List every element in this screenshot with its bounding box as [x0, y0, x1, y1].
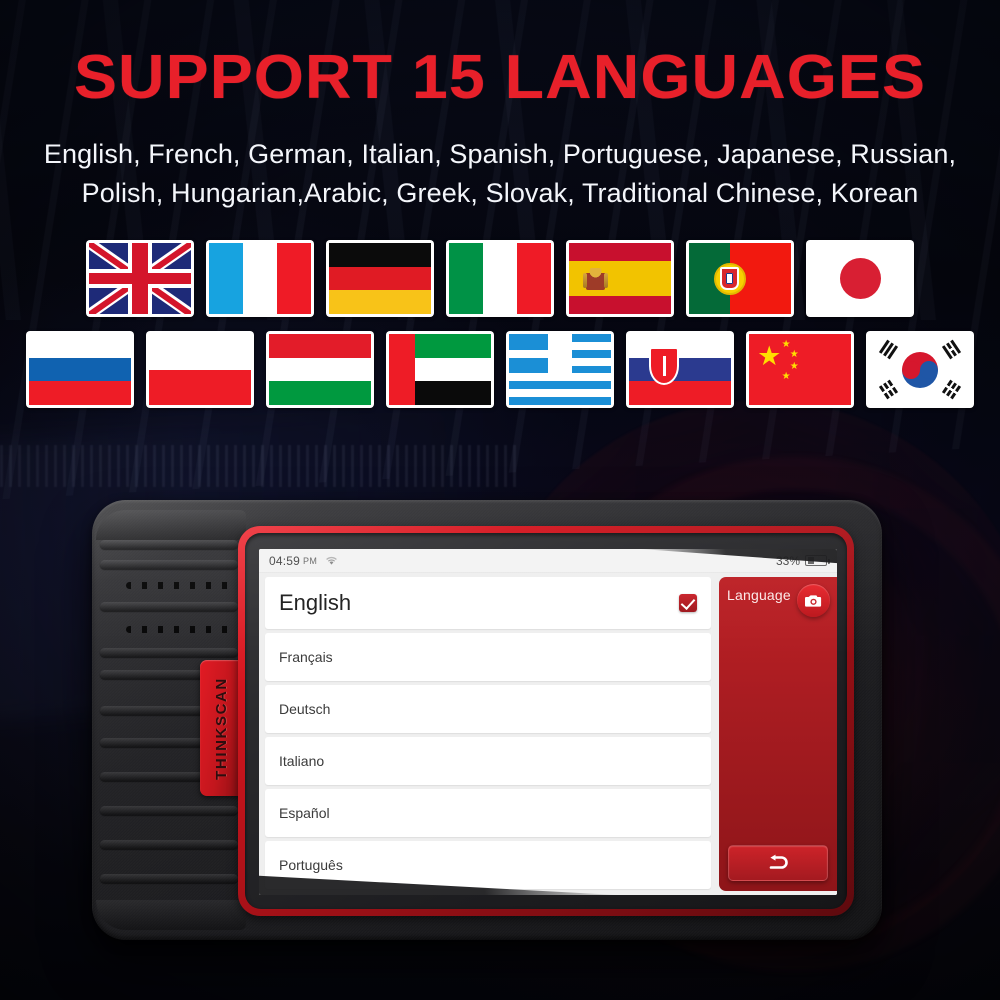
header: SUPPORT 15 LANGUAGES English, French, Ge… [0, 0, 1000, 212]
greece-flag [506, 331, 614, 408]
flag-row-1 [0, 240, 1000, 317]
side-panel: Language [719, 577, 837, 891]
device-red-bezel: 04:59 PM 33% English Français Deutsch It… [238, 526, 854, 916]
language-name: Deutsch [279, 701, 331, 717]
subtitle-line-1: English, French, German, Italian, Spanis… [43, 139, 957, 170]
japan-flag [806, 240, 914, 317]
list-item[interactable]: Français [265, 633, 711, 681]
status-bar: 04:59 PM 33% [259, 549, 837, 573]
battery-percent: 33% [775, 553, 800, 568]
battery-icon [805, 555, 830, 566]
device-screen: 04:59 PM 33% English Français Deutsch It… [259, 549, 837, 895]
language-name: Español [279, 805, 330, 821]
status-bar-ampm: PM [303, 555, 318, 566]
hungary-flag [266, 331, 374, 408]
status-bar-time: 04:59 [269, 553, 301, 568]
screen-body: English Français Deutsch Italiano Españo… [259, 573, 837, 895]
poland-flag [146, 331, 254, 408]
france-flag [206, 240, 314, 317]
list-item[interactable]: Deutsch [265, 685, 711, 733]
language-list[interactable]: English Français Deutsch Italiano Españo… [259, 573, 717, 895]
page-title: SUPPORT 15 LANGUAGES [73, 43, 927, 112]
list-item[interactable]: Italiano [265, 737, 711, 785]
device-screen-frame: 04:59 PM 33% English Français Deutsch It… [245, 533, 847, 909]
language-name: Italiano [279, 753, 325, 769]
list-item[interactable]: Español [265, 789, 711, 837]
flag-row-2: ★ ★ ★ ★ ★ [0, 331, 1000, 408]
uae-arabic-flag [386, 331, 494, 408]
subtitle-line-2: Polish, Hungarian,Arabic, Greek, Slovak,… [81, 177, 919, 208]
flag-grid: ★ ★ ★ ★ ★ [0, 240, 1000, 408]
list-item[interactable]: English [265, 577, 711, 629]
language-name: Português [279, 857, 343, 873]
language-list-subtitle: English, French, German, Italian, Spanis… [0, 135, 1000, 212]
language-name: English [279, 590, 352, 615]
united-kingdom-flag [86, 240, 194, 317]
wifi-icon [325, 556, 338, 566]
list-item[interactable]: Português [265, 841, 711, 889]
brand-label: THINKSCAN [212, 676, 230, 780]
back-arrow-icon [769, 854, 788, 869]
thinkscan-diagnostic-device: THINKSCAN 04:59 PM 33% English Français … [92, 500, 882, 940]
portugal-flag [686, 240, 794, 317]
check-icon[interactable] [679, 594, 697, 612]
slovakia-flag [626, 331, 734, 408]
spain-flag [566, 240, 674, 317]
china-flag: ★ ★ ★ ★ ★ [746, 331, 854, 408]
russia-flag [26, 331, 134, 408]
italy-flag [446, 240, 554, 317]
thinkscan-brand-tab: THINKSCAN [200, 660, 242, 796]
germany-flag [326, 240, 434, 317]
south-korea-flag [866, 331, 974, 408]
camera-icon[interactable] [797, 584, 830, 617]
language-name: Français [279, 649, 333, 665]
side-panel-title: Language [727, 587, 791, 603]
back-button[interactable] [728, 845, 828, 881]
